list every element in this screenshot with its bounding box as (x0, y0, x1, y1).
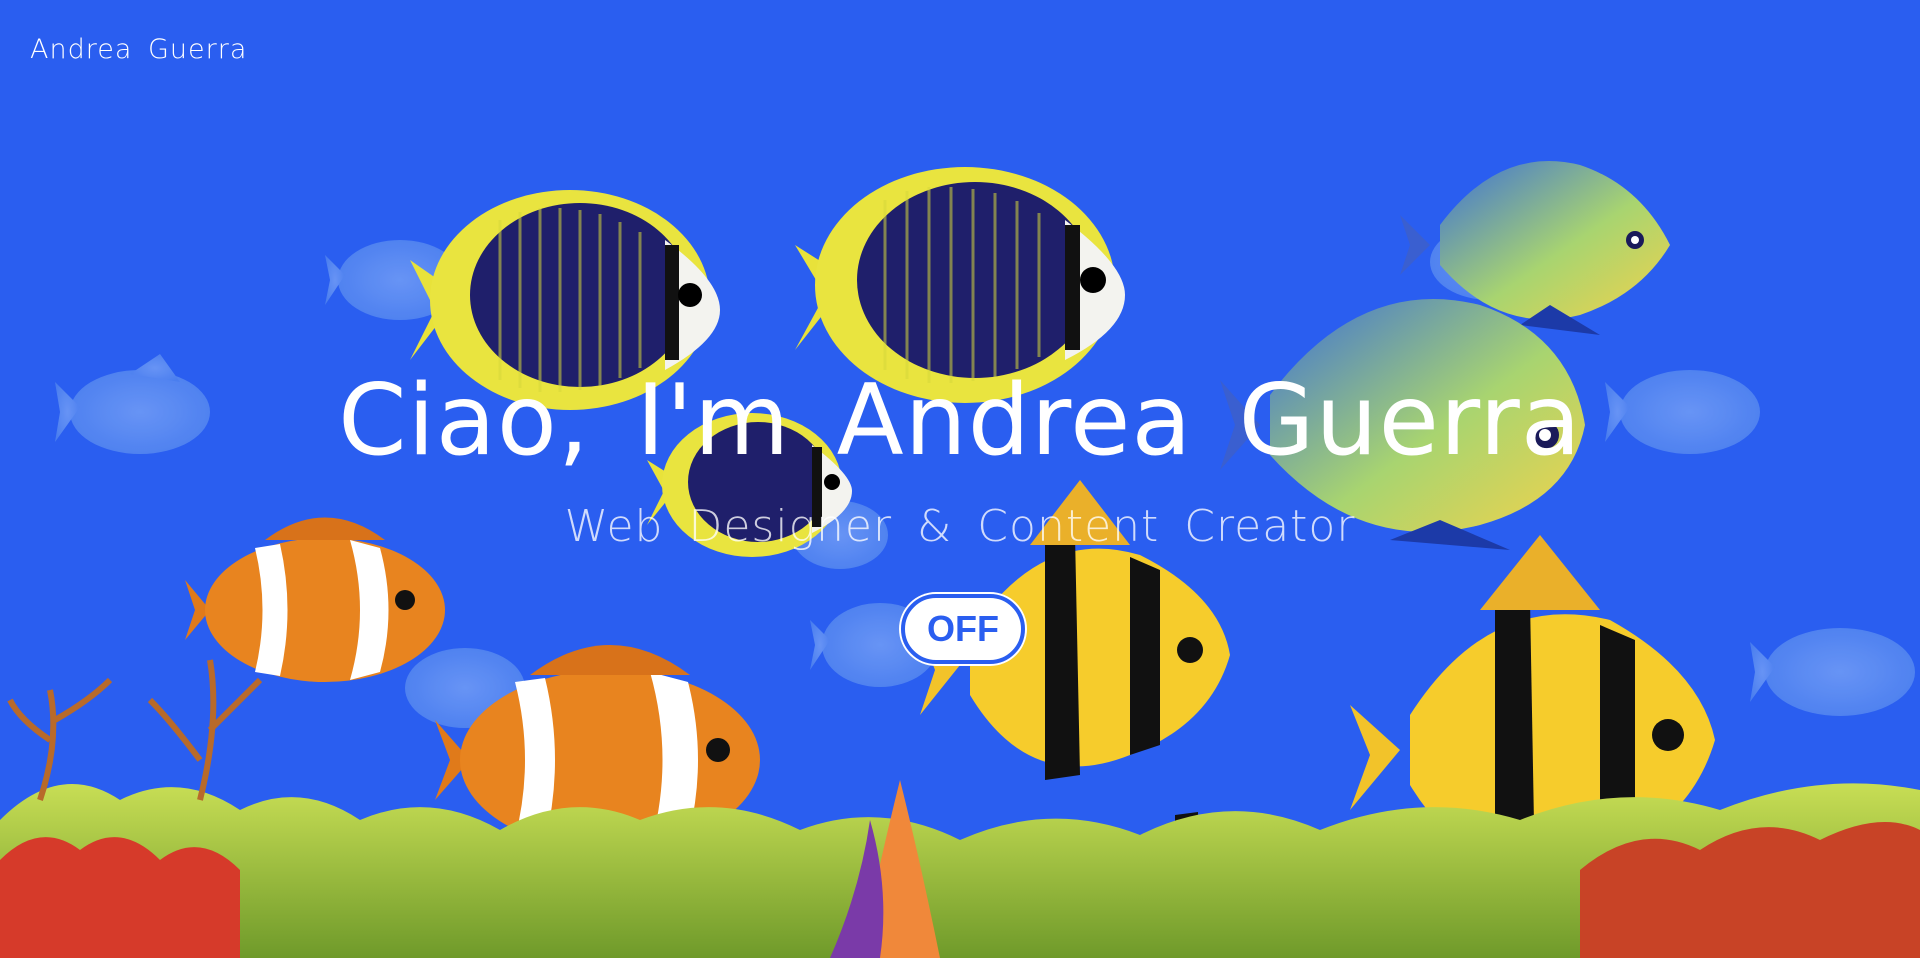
hero-title: Ciao, I'm Andrea Guerra (338, 364, 1582, 478)
sound-toggle-button[interactable]: OFF (901, 594, 1025, 664)
aquarium-illustration (0, 161, 1920, 958)
site-brand-link[interactable]: Andrea Guerra (30, 34, 247, 65)
ghost-fish-icon (1750, 628, 1915, 716)
hero-subtitle: Web Designer & Content Creator (564, 501, 1356, 552)
aquarium-hero: Andrea Guerra Ciao, I'm Andrea Guerra We… (0, 0, 1920, 958)
